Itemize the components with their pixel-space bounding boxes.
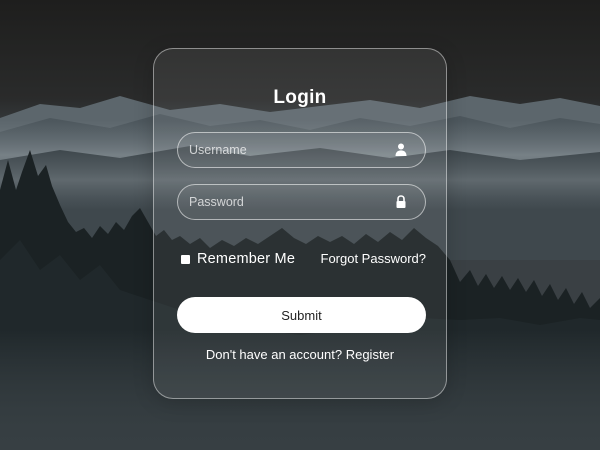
remember-me-checkbox[interactable] <box>181 254 190 264</box>
username-field-wrapper <box>177 132 426 168</box>
login-title: Login <box>273 87 327 108</box>
user-icon <box>395 143 407 156</box>
register-link[interactable]: Register <box>346 347 394 362</box>
forgot-password-link[interactable]: Forgot Password? <box>321 250 427 268</box>
remember-me[interactable]: Remember Me <box>181 250 295 268</box>
login-options: Remember Me Forgot Password? <box>181 250 426 268</box>
password-field-wrapper <box>177 184 426 220</box>
lock-icon <box>396 195 406 208</box>
register-prompt: Don't have an account? Register <box>154 347 446 362</box>
submit-button[interactable]: Submit <box>177 297 426 333</box>
remember-me-label: Remember Me <box>197 251 296 267</box>
username-input[interactable] <box>189 133 389 166</box>
password-input[interactable] <box>189 185 389 218</box>
register-prompt-text: Don't have an account? <box>205 347 343 362</box>
login-card: Login Remember Me Forgot Password? Submi… <box>153 48 447 399</box>
